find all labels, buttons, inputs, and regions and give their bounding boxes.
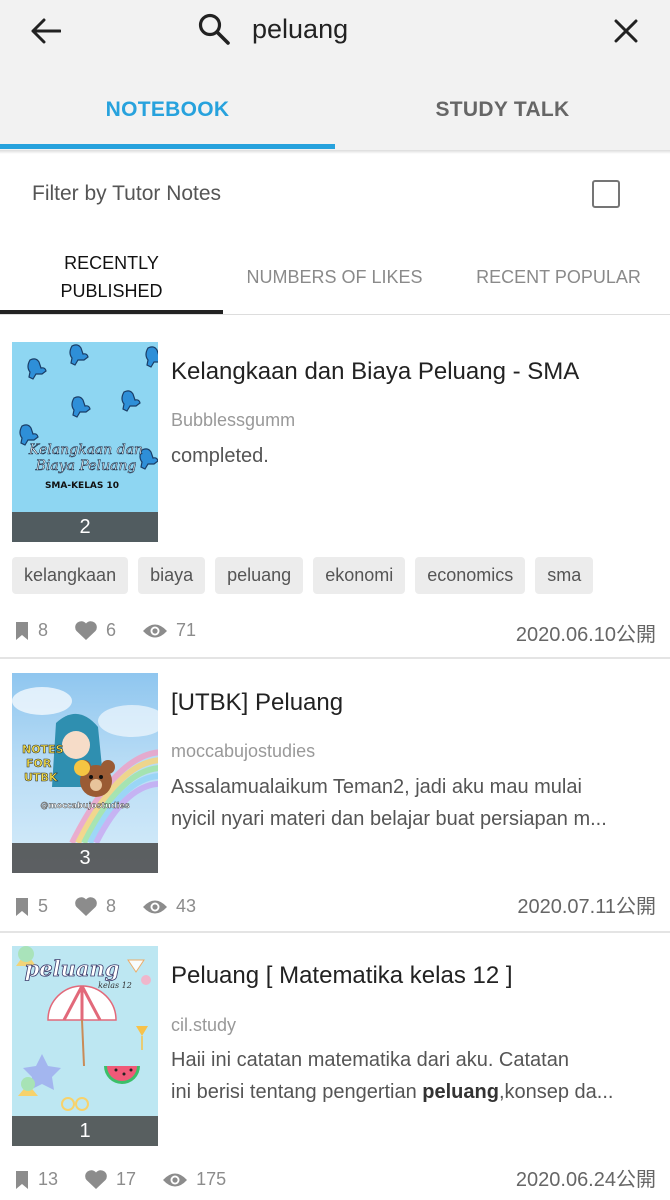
sort-tab-line: PUBLISHED xyxy=(60,281,163,301)
bookmark-stat[interactable]: 5 xyxy=(14,896,48,917)
publish-date: 2020.06.24公開 xyxy=(515,1169,656,1191)
bookmark-icon xyxy=(16,897,28,916)
bookmark-count: 5 xyxy=(38,896,49,916)
view-count: 43 xyxy=(176,896,197,916)
bookmark-icon xyxy=(16,1170,28,1189)
like-count: 17 xyxy=(116,1169,137,1189)
cover-subtitle: kelas 12 xyxy=(98,981,132,990)
filter-label: Filter by Tutor Notes xyxy=(32,182,222,205)
note-cover-thumbnail[interactable]: peluang kelas 12 1 xyxy=(12,946,158,1146)
excerpt-line: completed. xyxy=(171,445,269,467)
bookmark-icon xyxy=(16,621,28,640)
note-cover-thumbnail[interactable]: NOTES FOR UTBK @moccabujostudies 3 xyxy=(12,673,158,873)
back-arrow-icon[interactable] xyxy=(26,12,66,50)
bookmark-stat[interactable]: 8 xyxy=(14,620,48,641)
summer-pattern-cover: peluang kelas 12 xyxy=(16,946,151,1111)
tab-study-talk[interactable]: STUDY TALK xyxy=(335,98,670,128)
cover-title-line: Biaya Peluang xyxy=(35,458,137,474)
note-excerpt: Haii ini catatan matematika dari aku. Ca… xyxy=(171,1044,659,1108)
view-count: 175 xyxy=(196,1169,227,1189)
like-stat[interactable]: 8 xyxy=(74,896,116,917)
cover-title-line: NOTES xyxy=(22,743,64,756)
tag-chip[interactable]: economics xyxy=(415,557,526,594)
note-title[interactable]: Peluang [ Matematika kelas 12 ] xyxy=(171,962,513,990)
tab-notebook[interactable]: NOTEBOOK xyxy=(0,98,335,128)
note-title[interactable]: [UTBK] Peluang xyxy=(171,689,343,717)
note-stats: 13 17 175 xyxy=(14,1169,252,1190)
excerpt-text: ,konsep da... xyxy=(498,1081,614,1103)
view-stat: 43 xyxy=(142,896,196,917)
tag-chip[interactable]: sma xyxy=(535,557,594,594)
sort-tab-numbers-of-likes[interactable]: NUMBERS OF LIKES xyxy=(223,263,446,291)
note-author[interactable]: moccabujostudies xyxy=(171,741,315,762)
page-count: 1 xyxy=(12,1116,158,1146)
view-count: 71 xyxy=(176,620,197,640)
note-excerpt: Assalamualaikum Teman2, jadi aku mau mul… xyxy=(171,771,659,835)
like-stat[interactable]: 6 xyxy=(74,620,116,641)
view-stat: 71 xyxy=(142,620,196,641)
tag-chip[interactable]: ekonomi xyxy=(313,557,406,594)
excerpt-text: ini berisi tentang pengertian xyxy=(171,1081,423,1103)
card-divider xyxy=(0,931,670,933)
tutor-notes-checkbox[interactable] xyxy=(592,180,620,208)
bookmark-count: 13 xyxy=(38,1169,59,1189)
page-count: 2 xyxy=(12,512,158,542)
excerpt-line: nyicil nyari materi dan belajar buat per… xyxy=(171,808,607,830)
excerpt-line: ini berisi tentang pengertian peluang,ko… xyxy=(171,1076,659,1108)
publish-date: 2020.07.11公開 xyxy=(517,896,656,918)
sort-tab-recent-popular[interactable]: RECENT POPULAR xyxy=(447,263,670,291)
excerpt-highlight: peluang xyxy=(422,1081,499,1103)
eye-icon xyxy=(143,624,168,637)
active-tab-indicator xyxy=(0,144,335,149)
like-stat[interactable]: 17 xyxy=(84,1169,136,1190)
note-title[interactable]: Kelangkaan dan Biaya Peluang - SMA xyxy=(171,358,579,386)
search-input[interactable]: peluang xyxy=(252,14,348,45)
note-stats: 5 8 43 xyxy=(14,896,222,917)
cover-handle: @moccabujostudies xyxy=(40,801,130,810)
note-excerpt: completed. xyxy=(171,440,659,472)
bookmark-stat[interactable]: 13 xyxy=(14,1169,58,1190)
bookmark-count: 8 xyxy=(38,620,49,640)
excerpt-line: Assalamualaikum Teman2, jadi aku mau mul… xyxy=(171,776,582,798)
app-bar: peluang NOTEBOOK STUDY TALK xyxy=(0,0,670,150)
heart-icon xyxy=(85,1170,107,1189)
heart-icon xyxy=(75,621,97,640)
page-count: 3 xyxy=(12,843,158,873)
cover-title-line: UTBK xyxy=(24,771,58,784)
divider xyxy=(0,314,670,315)
tag-chip[interactable]: kelangkaan xyxy=(12,557,129,594)
cover-title-line: peluang xyxy=(25,956,120,981)
eye-icon xyxy=(143,900,168,913)
note-author[interactable]: cil.study xyxy=(171,1015,236,1036)
sort-tab-recently-published[interactable]: RECENTLY PUBLISHED xyxy=(0,249,223,305)
tag-chip[interactable]: biaya xyxy=(138,557,206,594)
clear-search-icon[interactable] xyxy=(606,12,646,50)
cover-title-line: FOR xyxy=(26,757,52,770)
note-author[interactable]: Bubblessgumm xyxy=(171,410,295,431)
rainbow-girl-cover: NOTES FOR UTBK @moccabujostudies xyxy=(12,687,158,845)
note-cover-thumbnail[interactable]: Kelangkaan dan Biaya Peluang SMA-KELAS 1… xyxy=(12,342,158,542)
cover-subtitle: SMA-KELAS 10 xyxy=(45,481,119,491)
search-icon xyxy=(197,12,233,48)
dino-pattern-cover: Kelangkaan dan Biaya Peluang SMA-KELAS 1… xyxy=(19,344,158,491)
app-bar-shadow xyxy=(0,150,670,154)
sort-tab-line: RECENTLY xyxy=(64,253,159,273)
excerpt-line: Haii ini catatan matematika dari aku. Ca… xyxy=(171,1049,569,1071)
card-divider xyxy=(0,657,670,659)
cover-title-line: Kelangkaan dan xyxy=(28,442,143,458)
like-count: 8 xyxy=(106,896,117,916)
eye-icon xyxy=(163,1173,188,1186)
view-stat: 175 xyxy=(162,1169,226,1190)
heart-icon xyxy=(75,897,97,916)
like-count: 6 xyxy=(106,620,117,640)
note-stats: 8 6 71 xyxy=(14,620,222,641)
tag-list: kelangkaan biaya peluang ekonomi economi… xyxy=(12,557,594,594)
tag-chip[interactable]: peluang xyxy=(215,557,304,594)
publish-date: 2020.06.10公開 xyxy=(515,624,656,646)
